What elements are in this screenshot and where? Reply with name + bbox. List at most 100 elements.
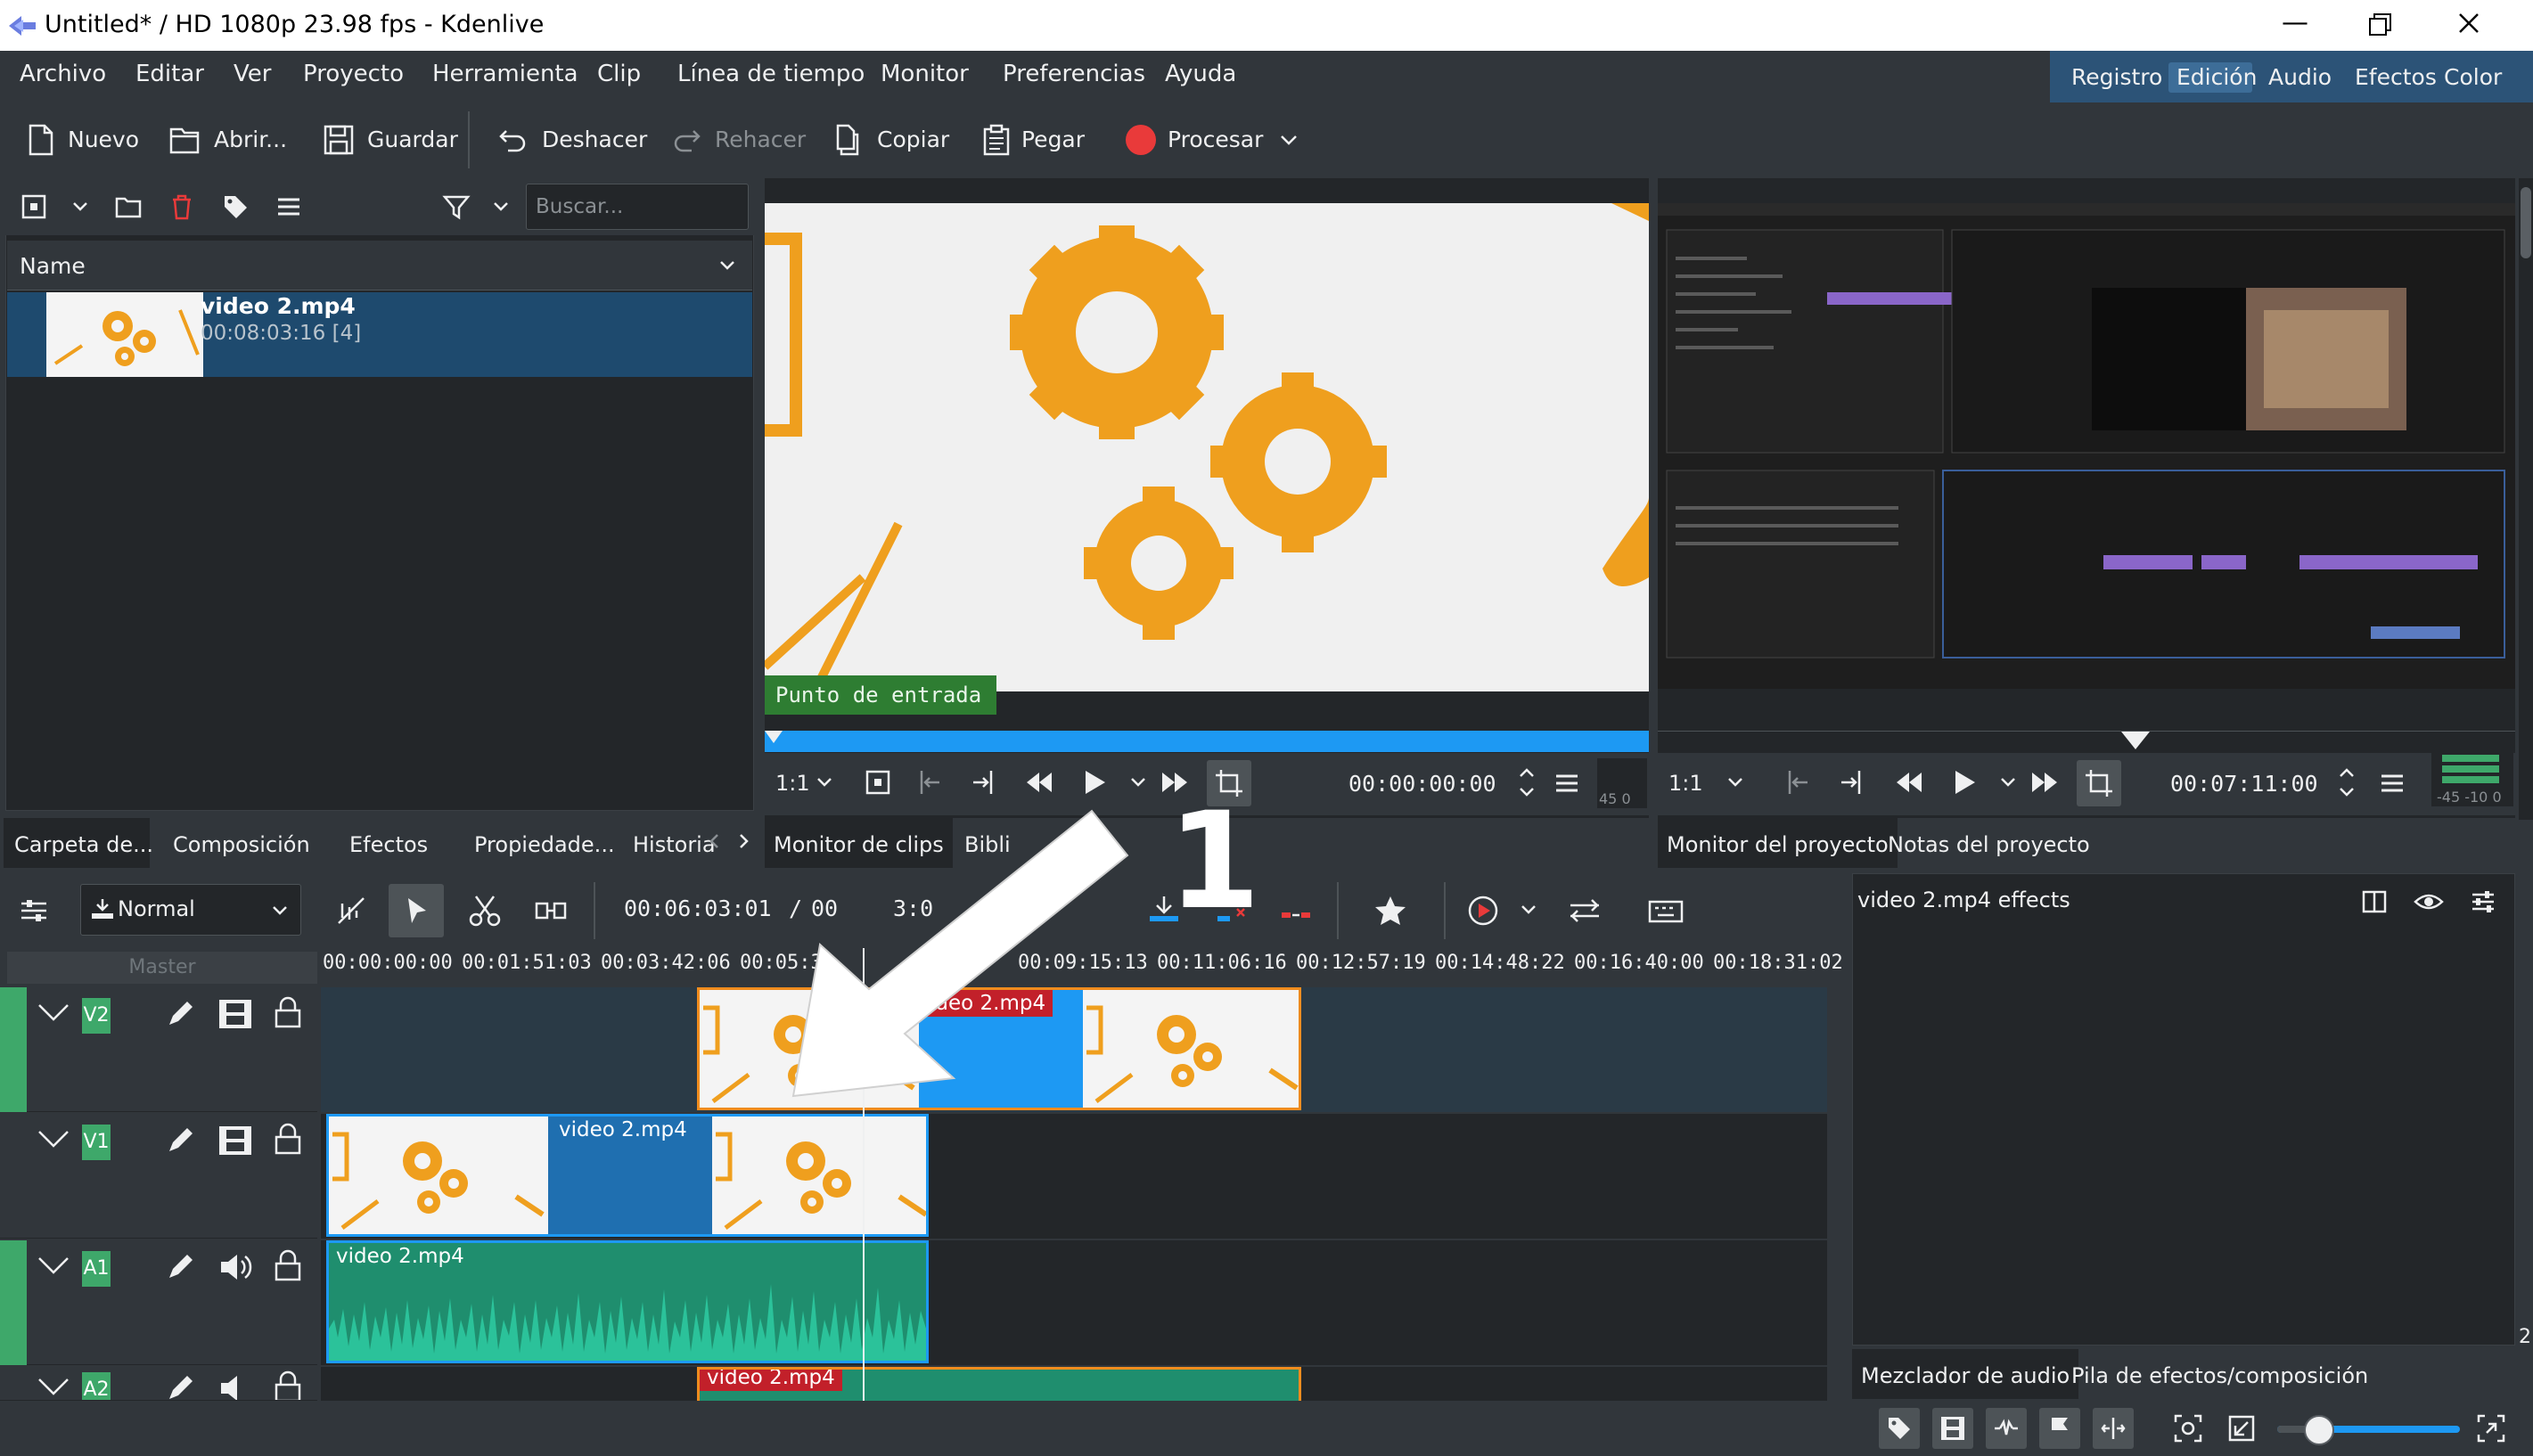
clip-zoom-label[interactable]: 1:1 [775,771,810,796]
keyboard-icon[interactable] [1647,893,1685,928]
pencil-icon[interactable] [164,1125,196,1157]
menu-linea-de-tiempo[interactable]: Línea de tiempo [677,61,865,87]
project-monitor-ruler[interactable] [1658,731,2515,752]
timeline-clip-v1[interactable]: video 2.mp4 [326,1114,929,1237]
set-out-icon[interactable] [968,767,998,798]
master-button[interactable]: Master [7,952,317,984]
menu-icon[interactable] [2378,769,2406,798]
menu-ayuda[interactable]: Ayuda [1165,61,1236,87]
settings-icon[interactable] [2469,888,2497,916]
scissors-icon[interactable] [467,893,503,928]
set-in-icon[interactable] [1783,767,1813,798]
workspace-audio[interactable]: Audio [2268,64,2332,90]
split-view-icon[interactable] [2360,888,2389,916]
menu-preferencias[interactable]: Preferencias [1003,61,1145,87]
save-icon[interactable] [321,122,357,158]
menu-ver[interactable]: Ver [234,61,271,87]
workspace-edicion[interactable]: Edición [2176,64,2257,90]
timeline-clip-a2[interactable]: video 2.mp4 [697,1367,1301,1401]
copy-button[interactable]: Copiar [877,127,949,152]
chevron-right-icon[interactable] [733,830,754,852]
lock-icon[interactable] [272,996,304,1030]
filter-icon[interactable] [442,192,471,221]
tab-project-notes[interactable]: Notas del proyecto [1879,818,2099,868]
snap-toggle[interactable] [2093,1408,2134,1449]
rewind-icon[interactable] [1023,767,1055,798]
close-icon[interactable] [2451,5,2487,41]
tab-project-monitor[interactable]: Monitor del proyecto [1658,818,1898,868]
zoom-in-icon[interactable] [2476,1413,2506,1444]
pencil-icon[interactable] [164,1372,196,1400]
tab-audio-mixer[interactable]: Mezclador de audio [1852,1349,2079,1399]
fast-forward-icon[interactable] [2029,767,2061,798]
bin-search-input[interactable]: Buscar... [526,184,749,230]
timeline-clip-a1[interactable]: video 2.mp4 [326,1240,929,1363]
chevron-down-icon[interactable] [36,1374,71,1400]
open-folder-icon[interactable] [168,122,203,158]
spin-arrows-icon[interactable] [1515,762,1538,803]
chevron-down-icon[interactable] [70,196,91,217]
undo-button[interactable]: Deshacer [542,127,647,152]
tag-toggle[interactable] [1879,1408,1920,1449]
track-header-v2[interactable]: V2 [0,987,317,1112]
menu-editar[interactable]: Editar [135,61,204,87]
chevron-down-icon[interactable] [1127,771,1150,794]
record-audio-icon[interactable] [1465,893,1501,928]
chevron-left-icon[interactable] [704,830,725,852]
fit-icon[interactable] [863,767,893,798]
zoom-out-icon[interactable] [2226,1413,2257,1444]
add-clip-icon[interactable] [20,192,48,221]
extract-icon[interactable] [1278,893,1314,928]
bin-column-header[interactable]: Name [7,241,752,290]
lock-icon[interactable] [272,1370,304,1400]
set-out-icon[interactable] [1836,767,1866,798]
spin-arrows-icon[interactable] [2335,762,2358,803]
menu-icon[interactable] [275,192,303,221]
add-folder-icon[interactable] [114,192,143,221]
track-header-a1[interactable]: A1 [0,1240,317,1365]
open-button[interactable]: Abrir... [214,127,287,152]
chevron-down-icon[interactable] [490,196,512,217]
track-header-v1[interactable]: V1 [0,1114,317,1239]
pencil-icon[interactable] [164,1251,196,1283]
thumbnails-toggle[interactable] [1932,1408,1973,1449]
playhead-marker[interactable] [765,731,783,743]
speaker-icon[interactable] [217,1249,253,1285]
playhead-marker[interactable] [2121,732,2150,749]
star-icon[interactable] [1373,893,1408,928]
snap-icon[interactable] [333,893,369,928]
rewind-icon[interactable] [1893,767,1925,798]
lock-icon[interactable] [272,1249,304,1283]
select-tool[interactable] [389,884,444,937]
tab-propiedades[interactable]: Propiedade... [463,818,615,868]
paste-icon[interactable] [979,122,1014,158]
play-icon[interactable] [1078,767,1109,798]
tab-historia[interactable]: Historia [624,818,716,868]
workspace-color[interactable]: Color [2444,64,2502,90]
menu-herramienta[interactable]: Herramienta [432,61,578,87]
pencil-icon[interactable] [164,998,196,1030]
film-icon[interactable] [217,998,253,1030]
spacer-tool-icon[interactable] [533,893,569,928]
menu-icon[interactable] [1553,769,1581,798]
set-in-icon[interactable] [914,767,945,798]
scrollbar-thumb[interactable] [2521,187,2531,258]
record-icon[interactable] [1123,122,1159,158]
track-settings-icon[interactable] [18,895,50,927]
crop-toggle[interactable] [2077,760,2121,806]
mixer-settings-icon[interactable] [1567,893,1603,928]
film-icon[interactable] [217,1125,253,1157]
chevron-down-icon[interactable] [1724,771,1747,794]
tab-efectos[interactable]: Efectos [339,818,446,868]
chevron-down-icon[interactable] [36,1126,71,1153]
play-icon[interactable] [1948,767,1979,798]
project-monitor-video[interactable] [1658,203,2515,689]
new-document-icon[interactable] [23,122,59,158]
chevron-down-icon[interactable] [717,255,738,276]
zoom-fit-icon[interactable] [2173,1413,2203,1444]
paste-button[interactable]: Pegar [1021,127,1085,152]
right-scrollbar[interactable] [2519,178,2533,820]
markers-toggle[interactable] [2039,1408,2080,1449]
undo-icon[interactable] [496,122,531,158]
menu-archivo[interactable]: Archivo [20,61,106,87]
